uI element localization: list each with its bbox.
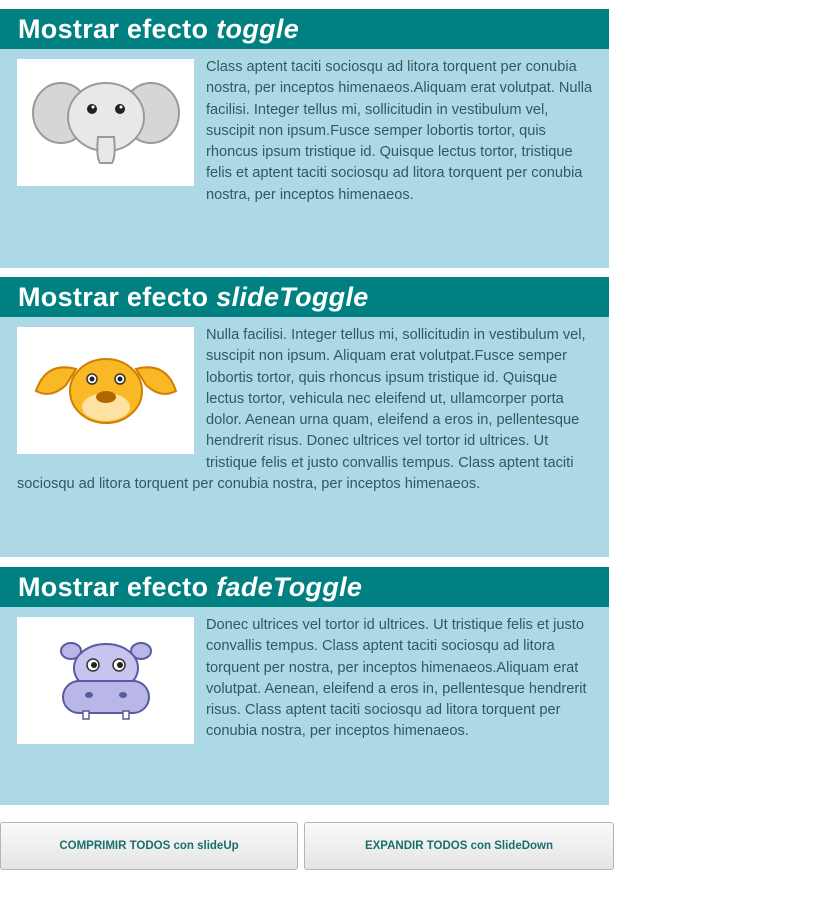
toggle-panel: Mostrar efecto toggle Class aptent tacit… [0, 9, 609, 268]
panel-title-effect: slideToggle [216, 281, 369, 312]
slidetoggle-panel-body: Nulla facilisi. Integer tellus mi, solli… [0, 317, 609, 557]
collapse-all-button[interactable]: COMPRIMIR TODOS con slideUp [0, 822, 298, 870]
panel-title-prefix: Mostrar efecto [18, 281, 209, 312]
elephant-icon [31, 82, 180, 164]
slidetoggle-panel-header[interactable]: Mostrar efecto slideToggle [0, 277, 609, 317]
elephant-image [17, 59, 194, 186]
panel-title-effect: fadeToggle [216, 571, 363, 602]
panel-title-prefix: Mostrar efecto [18, 571, 209, 602]
toggle-panel-header[interactable]: Mostrar efecto toggle [0, 9, 609, 49]
fadetoggle-panel-header[interactable]: Mostrar efecto fadeToggle [0, 567, 609, 607]
panel-title-effect: toggle [216, 13, 300, 44]
dog-image [17, 327, 194, 454]
slidetoggle-panel: Mostrar efecto slideToggle Nulla facilis… [0, 277, 609, 557]
panel-title-prefix: Mostrar efecto [18, 13, 209, 44]
toggle-panel-body: Class aptent taciti sociosqu ad litora t… [0, 49, 609, 268]
fadetoggle-panel: Mostrar efecto fadeToggle Donec ultrices… [0, 567, 609, 805]
dog-icon [34, 357, 177, 424]
hippo-image [17, 617, 194, 744]
hippo-icon [59, 642, 152, 720]
fadetoggle-panel-body: Donec ultrices vel tortor id ultrices. U… [0, 607, 609, 805]
expand-all-button[interactable]: EXPANDIR TODOS con SlideDown [304, 822, 614, 870]
